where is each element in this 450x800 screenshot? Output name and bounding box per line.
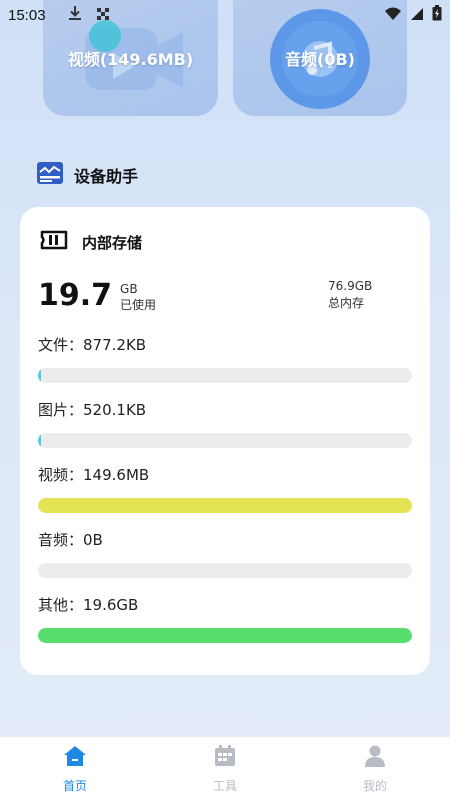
usage-label-other: 其他：19.6GB bbox=[38, 596, 139, 614]
usage-label-audio: 音频：0B bbox=[38, 531, 103, 549]
calendar-tools-icon bbox=[214, 745, 236, 771]
usage-label-images: 图片：520.1KB bbox=[38, 401, 147, 419]
bottom-nav: 首页 工具 我的 bbox=[0, 736, 450, 800]
usage-bar-video bbox=[38, 498, 412, 513]
device-assistant-icon bbox=[36, 160, 64, 190]
used-label: 已使用 bbox=[120, 298, 157, 312]
nav-label-home: 首页 bbox=[62, 779, 87, 793]
cellular-signal-icon bbox=[410, 6, 424, 25]
nav-label-profile: 我的 bbox=[362, 779, 387, 793]
nav-home[interactable]: 首页 bbox=[0, 737, 150, 800]
audio-card-label: 音频(0B) bbox=[285, 50, 355, 69]
status-bar: 15:03 bbox=[0, 0, 450, 30]
device-assistant-header: 设备助手 bbox=[36, 160, 138, 190]
usage-row-video[interactable]: 视频：149.6MB bbox=[38, 465, 412, 513]
internal-storage-card: 内部存储 19.7 GB 已使用 76.9GB 总内存 文件：877.2KB 图… bbox=[20, 207, 430, 675]
usage-label-files: 文件：877.2KB bbox=[38, 336, 147, 354]
usage-bar-images bbox=[38, 433, 412, 448]
status-time: 15:03 bbox=[8, 6, 46, 24]
usage-bar-files bbox=[38, 368, 412, 383]
usage-fill-other bbox=[38, 628, 412, 643]
total-storage: 76.9GB 总内存 bbox=[328, 278, 372, 312]
usage-row-other[interactable]: 其他：19.6GB bbox=[38, 595, 412, 643]
download-icon bbox=[68, 5, 82, 25]
usage-bar-other bbox=[38, 628, 412, 643]
usage-row-audio[interactable]: 音频：0B bbox=[38, 530, 412, 578]
used-value: 19.7 bbox=[38, 278, 113, 313]
usage-label-video: 视频：149.6MB bbox=[38, 466, 150, 484]
usage-fill-files bbox=[38, 368, 41, 383]
battery-icon bbox=[432, 5, 442, 25]
usage-row-images[interactable]: 图片：520.1KB bbox=[38, 400, 412, 448]
usage-fill-images bbox=[38, 433, 41, 448]
wifi-icon bbox=[384, 6, 402, 25]
usage-bar-audio bbox=[38, 563, 412, 578]
usage-row-files[interactable]: 文件：877.2KB bbox=[38, 335, 412, 383]
nav-tools[interactable]: 工具 bbox=[150, 737, 300, 800]
section-title: 设备助手 bbox=[74, 167, 139, 186]
total-value: 76.9GB bbox=[328, 279, 373, 293]
storage-card-icon bbox=[40, 229, 68, 255]
used-storage: 19.7 GB 已使用 bbox=[38, 279, 156, 313]
total-label: 总内存 bbox=[328, 296, 365, 310]
video-card-label: 视频(149.6MB) bbox=[67, 50, 194, 69]
home-icon bbox=[63, 745, 87, 771]
usage-fill-video bbox=[38, 498, 412, 513]
nav-profile[interactable]: 我的 bbox=[300, 737, 450, 800]
used-unit: GB bbox=[120, 282, 138, 296]
user-icon bbox=[365, 745, 385, 771]
app-icon bbox=[96, 6, 110, 25]
storage-title: 内部存储 bbox=[82, 233, 143, 252]
nav-label-tools: 工具 bbox=[212, 779, 237, 793]
